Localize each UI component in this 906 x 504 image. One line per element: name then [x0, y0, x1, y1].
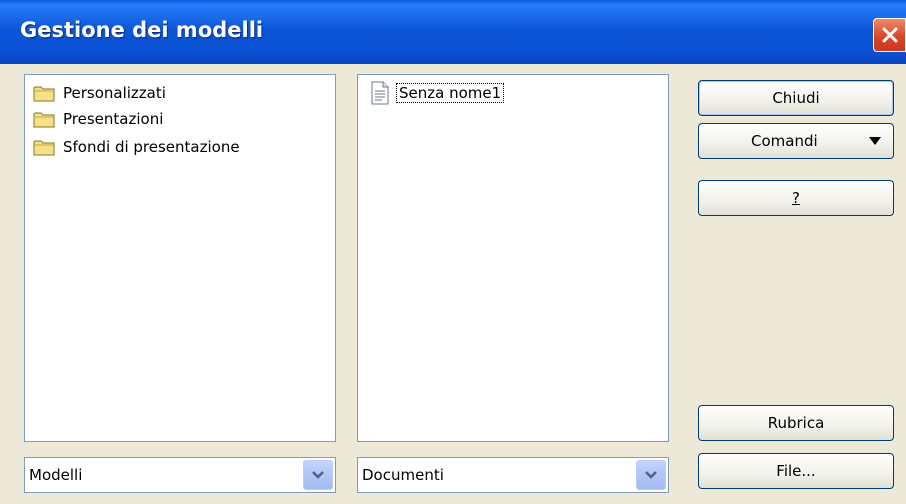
chevron-down-icon [645, 471, 657, 479]
templates-selector-dropdown-button[interactable] [303, 460, 333, 490]
folder-icon [33, 140, 55, 155]
close-icon [882, 27, 897, 43]
list-item-label: Sfondi di presentazione [63, 138, 240, 156]
list-item-label: Senza nome1 [396, 83, 505, 103]
documents-list[interactable]: Senza nome1 [357, 74, 669, 442]
dropdown-arrow-icon [869, 137, 881, 145]
documents-selector-value: Documenti [362, 466, 444, 484]
close-button-label: Chiudi [772, 89, 820, 107]
address-book-button-label: Rubrica [767, 414, 825, 432]
list-item-label: Personalizzati [63, 84, 166, 102]
file-button[interactable]: File... [698, 453, 894, 489]
templates-selector-value: Modelli [29, 466, 83, 484]
close-button[interactable]: Chiudi [698, 80, 894, 116]
list-item-presentazioni[interactable]: Presentazioni [33, 107, 163, 131]
template-categories-list[interactable]: Personalizzati Presentazioni Sfondi di p… [24, 74, 336, 442]
window-title: Gestione dei modelli [20, 18, 264, 42]
list-item-personalizzati[interactable]: Personalizzati [33, 81, 166, 105]
commands-button-label: Comandi [751, 132, 818, 150]
chevron-down-icon [312, 471, 324, 479]
document-icon [371, 81, 389, 105]
commands-menu-button[interactable]: Comandi [698, 123, 894, 159]
list-item-senza-nome1[interactable]: Senza nome1 [370, 81, 505, 105]
folder-icon [33, 112, 55, 127]
templates-selector[interactable]: Modelli [24, 457, 336, 493]
documents-selector-dropdown-button[interactable] [636, 460, 666, 490]
template-manager-dialog: Gestione dei modelli Personalizzati Pres… [0, 0, 906, 504]
file-button-label: File... [776, 462, 816, 480]
title-bar[interactable]: Gestione dei modelli [0, 0, 906, 64]
list-item-sfondi-di-presentazione[interactable]: Sfondi di presentazione [33, 135, 240, 159]
documents-selector[interactable]: Documenti [357, 457, 669, 493]
close-window-button[interactable] [873, 18, 906, 52]
help-button[interactable]: ? [698, 180, 894, 216]
folder-icon [33, 86, 55, 101]
help-button-label: ? [792, 189, 800, 207]
list-item-label: Presentazioni [63, 110, 164, 128]
address-book-button[interactable]: Rubrica [698, 405, 894, 441]
